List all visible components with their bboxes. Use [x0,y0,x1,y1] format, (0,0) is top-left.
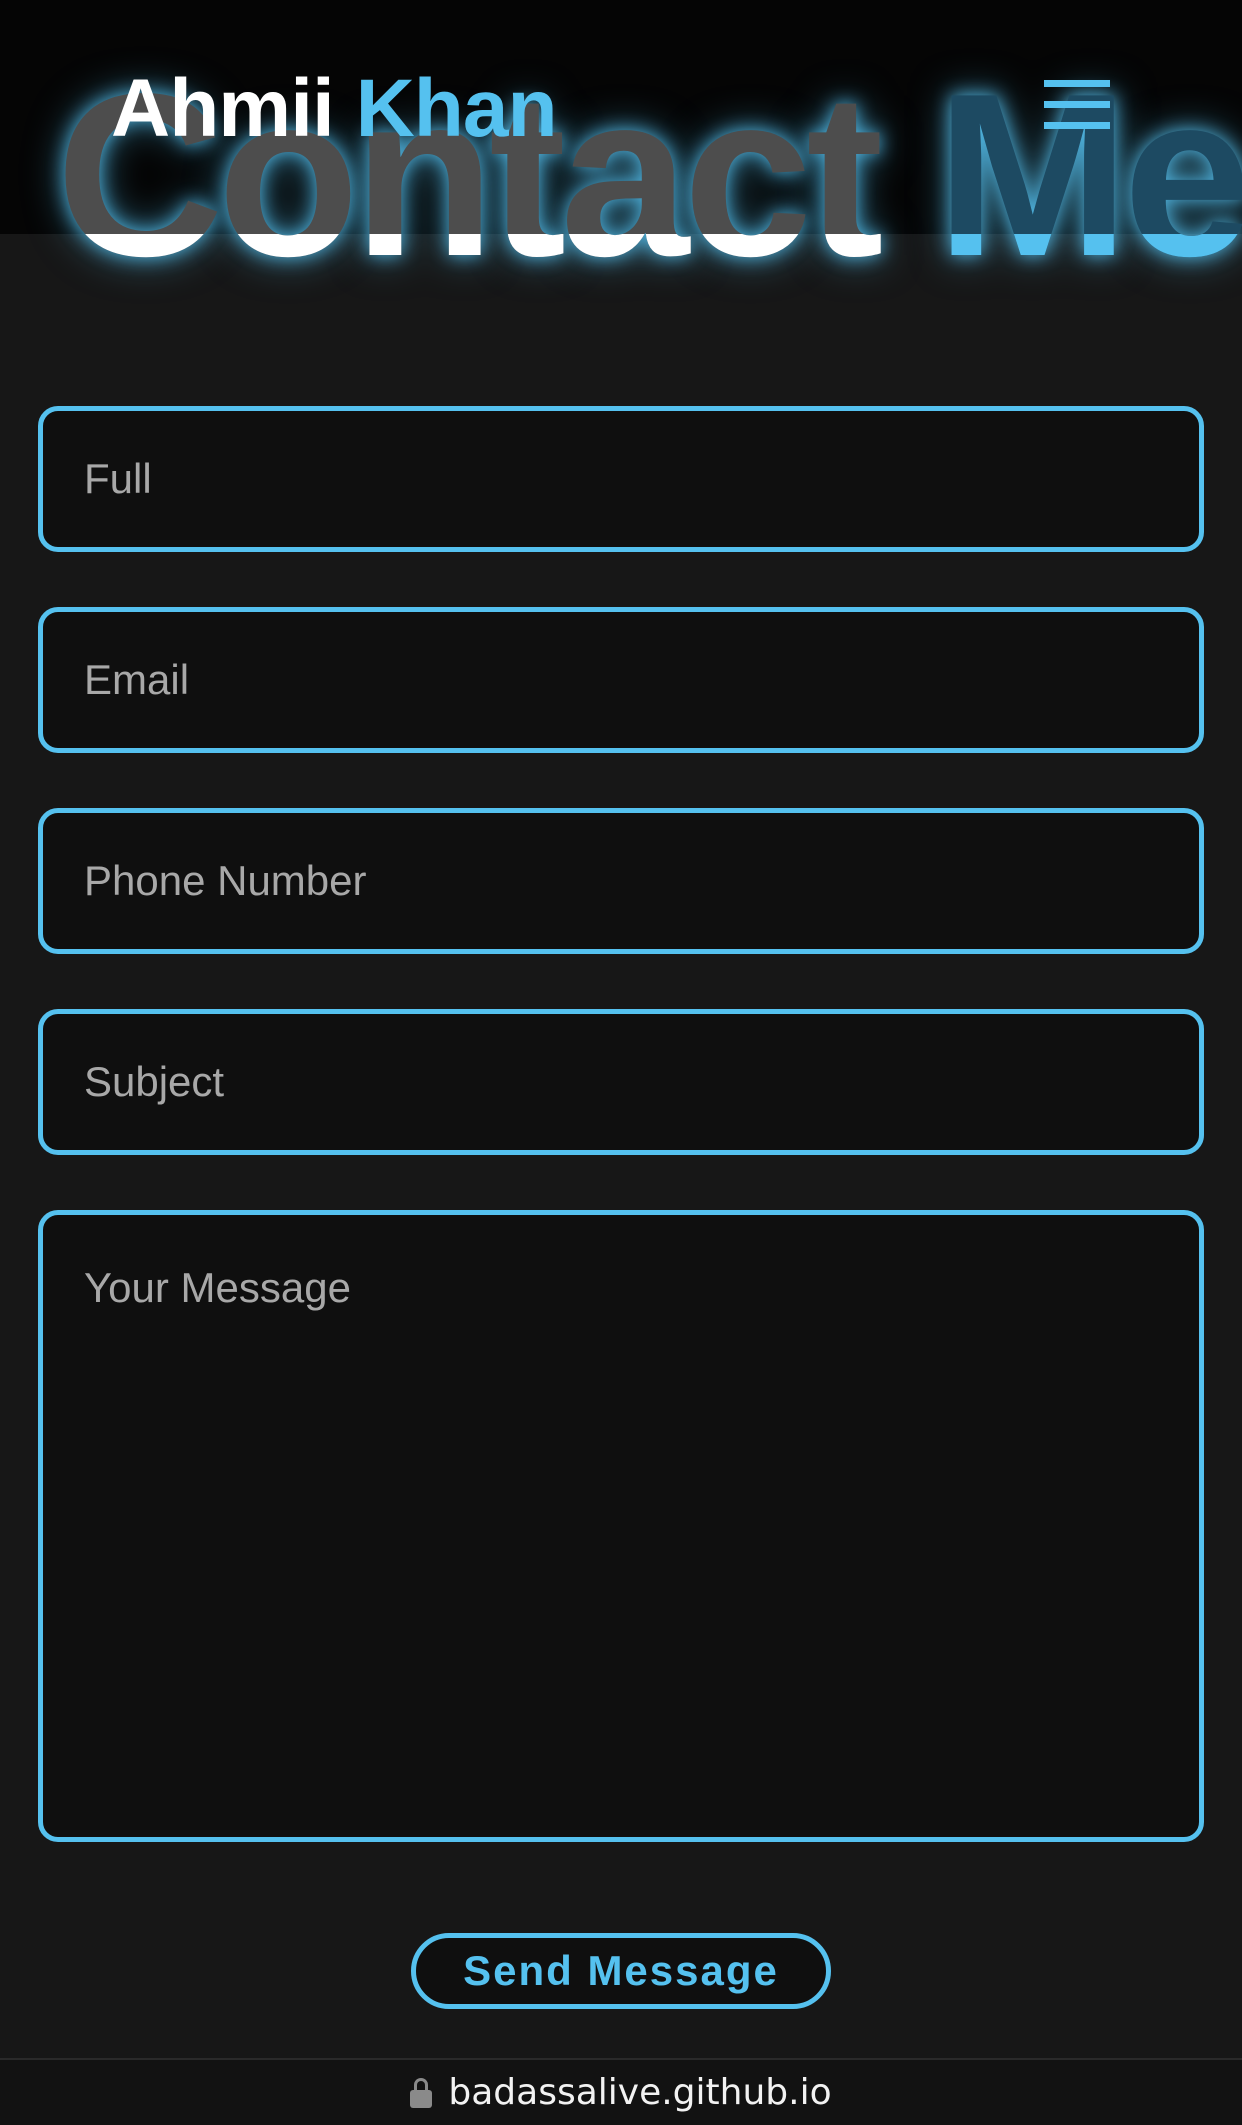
brand-first-name: Ahmii [111,63,335,154]
phone-number-input[interactable] [38,808,1204,954]
menu-bar-top [1044,80,1110,87]
brand-last-name: Khan [355,63,558,154]
url-text: badassalive.github.io [448,2072,832,2113]
menu-bar-middle [1044,101,1110,108]
subject-input[interactable] [38,1009,1204,1155]
browser-url-bar[interactable]: badassalive.github.io [0,2058,1242,2125]
menu-bar-bottom [1044,122,1110,129]
hamburger-menu-icon[interactable] [1044,80,1114,132]
message-textarea[interactable] [38,1210,1204,1842]
contact-page: Contact Me Contact Me Ahmii Khan Send Me… [0,0,1242,2125]
email-input[interactable] [38,607,1204,753]
lock-body [410,2089,433,2108]
send-message-button[interactable]: Send Message [411,1933,831,2009]
brand-logo[interactable]: Ahmii Khan [111,62,558,156]
lock-icon [410,2077,433,2108]
full-name-input[interactable] [38,406,1204,552]
